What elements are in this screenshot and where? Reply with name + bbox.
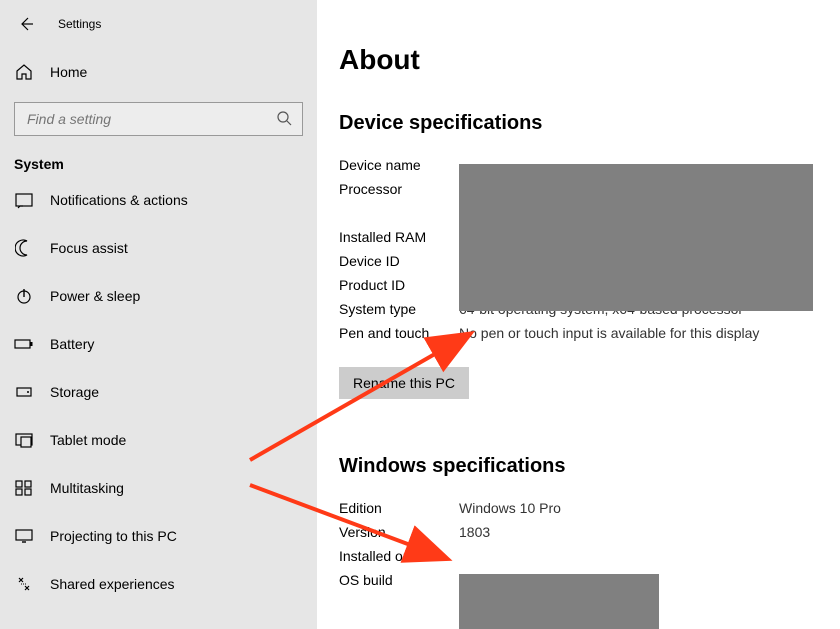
sidebar-item-battery[interactable]: Battery — [0, 320, 317, 368]
search-icon — [276, 110, 292, 129]
spec-row: Edition Windows 10 Pro — [339, 496, 818, 520]
sidebar-item-label: Notifications & actions — [50, 192, 188, 208]
device-spec-title: Device specifications — [339, 112, 818, 135]
header-row: Settings — [0, 0, 317, 48]
spec-label: Pen and touch — [339, 321, 459, 345]
sidebar-section-label: System — [0, 150, 317, 176]
sidebar-item-label: Multitasking — [50, 480, 124, 496]
sidebar-item-storage[interactable]: Storage — [0, 368, 317, 416]
search-input[interactable] — [25, 110, 292, 128]
spec-label: Version — [339, 520, 459, 544]
spec-value-redacted — [459, 544, 818, 568]
sidebar-item-label: Projecting to this PC — [50, 528, 177, 544]
spec-label: Edition — [339, 496, 459, 520]
rename-pc-button[interactable]: Rename this PC — [339, 367, 469, 399]
shared-experiences-icon — [14, 575, 34, 593]
spec-value: Windows 10 Pro — [459, 496, 818, 520]
power-icon — [14, 287, 34, 305]
spec-label: System type — [339, 297, 459, 321]
spec-row: Version 1803 — [339, 520, 818, 544]
spec-label: Product ID — [339, 273, 459, 297]
projecting-icon — [14, 527, 34, 545]
windows-spec-title: Windows specifications — [339, 455, 818, 478]
sidebar-item-notifications[interactable]: Notifications & actions — [0, 176, 317, 224]
redacted-block — [459, 574, 659, 629]
search-box[interactable] — [14, 102, 303, 136]
sidebar-item-shared-experiences[interactable]: Shared experiences — [0, 560, 317, 608]
spec-label: Device ID — [339, 249, 459, 273]
sidebar-item-focus-assist[interactable]: Focus assist — [0, 224, 317, 272]
spec-value: 1803 — [459, 520, 818, 544]
tablet-mode-icon — [14, 431, 34, 449]
home-icon — [14, 63, 34, 81]
sidebar-item-label: Home — [50, 64, 87, 80]
back-button[interactable] — [14, 12, 38, 36]
focus-assist-icon — [14, 239, 34, 257]
battery-icon — [14, 335, 34, 353]
sidebar-item-multitasking[interactable]: Multitasking — [0, 464, 317, 512]
sidebar-item-label: Power & sleep — [50, 288, 140, 304]
spec-row: Pen and touch No pen or touch input is a… — [339, 321, 818, 345]
spec-label: Device name — [339, 153, 459, 177]
spec-row: Installed on — [339, 544, 818, 568]
notifications-icon — [14, 191, 34, 209]
page-title: About — [339, 44, 818, 76]
sidebar-item-power-sleep[interactable]: Power & sleep — [0, 272, 317, 320]
sidebar-item-home[interactable]: Home — [0, 48, 317, 96]
sidebar-item-label: Shared experiences — [50, 576, 175, 592]
sidebar-item-label: Storage — [50, 384, 99, 400]
sidebar-item-label: Battery — [50, 336, 94, 352]
redacted-block — [459, 164, 813, 311]
sidebar-item-label: Focus assist — [50, 240, 128, 256]
spec-label: OS build — [339, 568, 459, 592]
multitasking-icon — [14, 479, 34, 497]
main-content: About Device specifications Device name … — [317, 0, 840, 629]
sidebar-item-label: Tablet mode — [50, 432, 126, 448]
spec-value: No pen or touch input is available for t… — [459, 321, 818, 345]
sidebar-item-projecting[interactable]: Projecting to this PC — [0, 512, 317, 560]
spec-label: Installed on — [339, 544, 459, 568]
spec-label: Installed RAM — [339, 225, 459, 249]
settings-title: Settings — [58, 17, 101, 31]
sidebar-item-tablet-mode[interactable]: Tablet mode — [0, 416, 317, 464]
back-arrow-icon — [18, 16, 34, 32]
spec-label: Processor — [339, 177, 459, 201]
sidebar: Settings Home System Notifications & act… — [0, 0, 317, 629]
windows-spec-section: Windows specifications Edition Windows 1… — [339, 455, 818, 592]
storage-icon — [14, 383, 34, 401]
